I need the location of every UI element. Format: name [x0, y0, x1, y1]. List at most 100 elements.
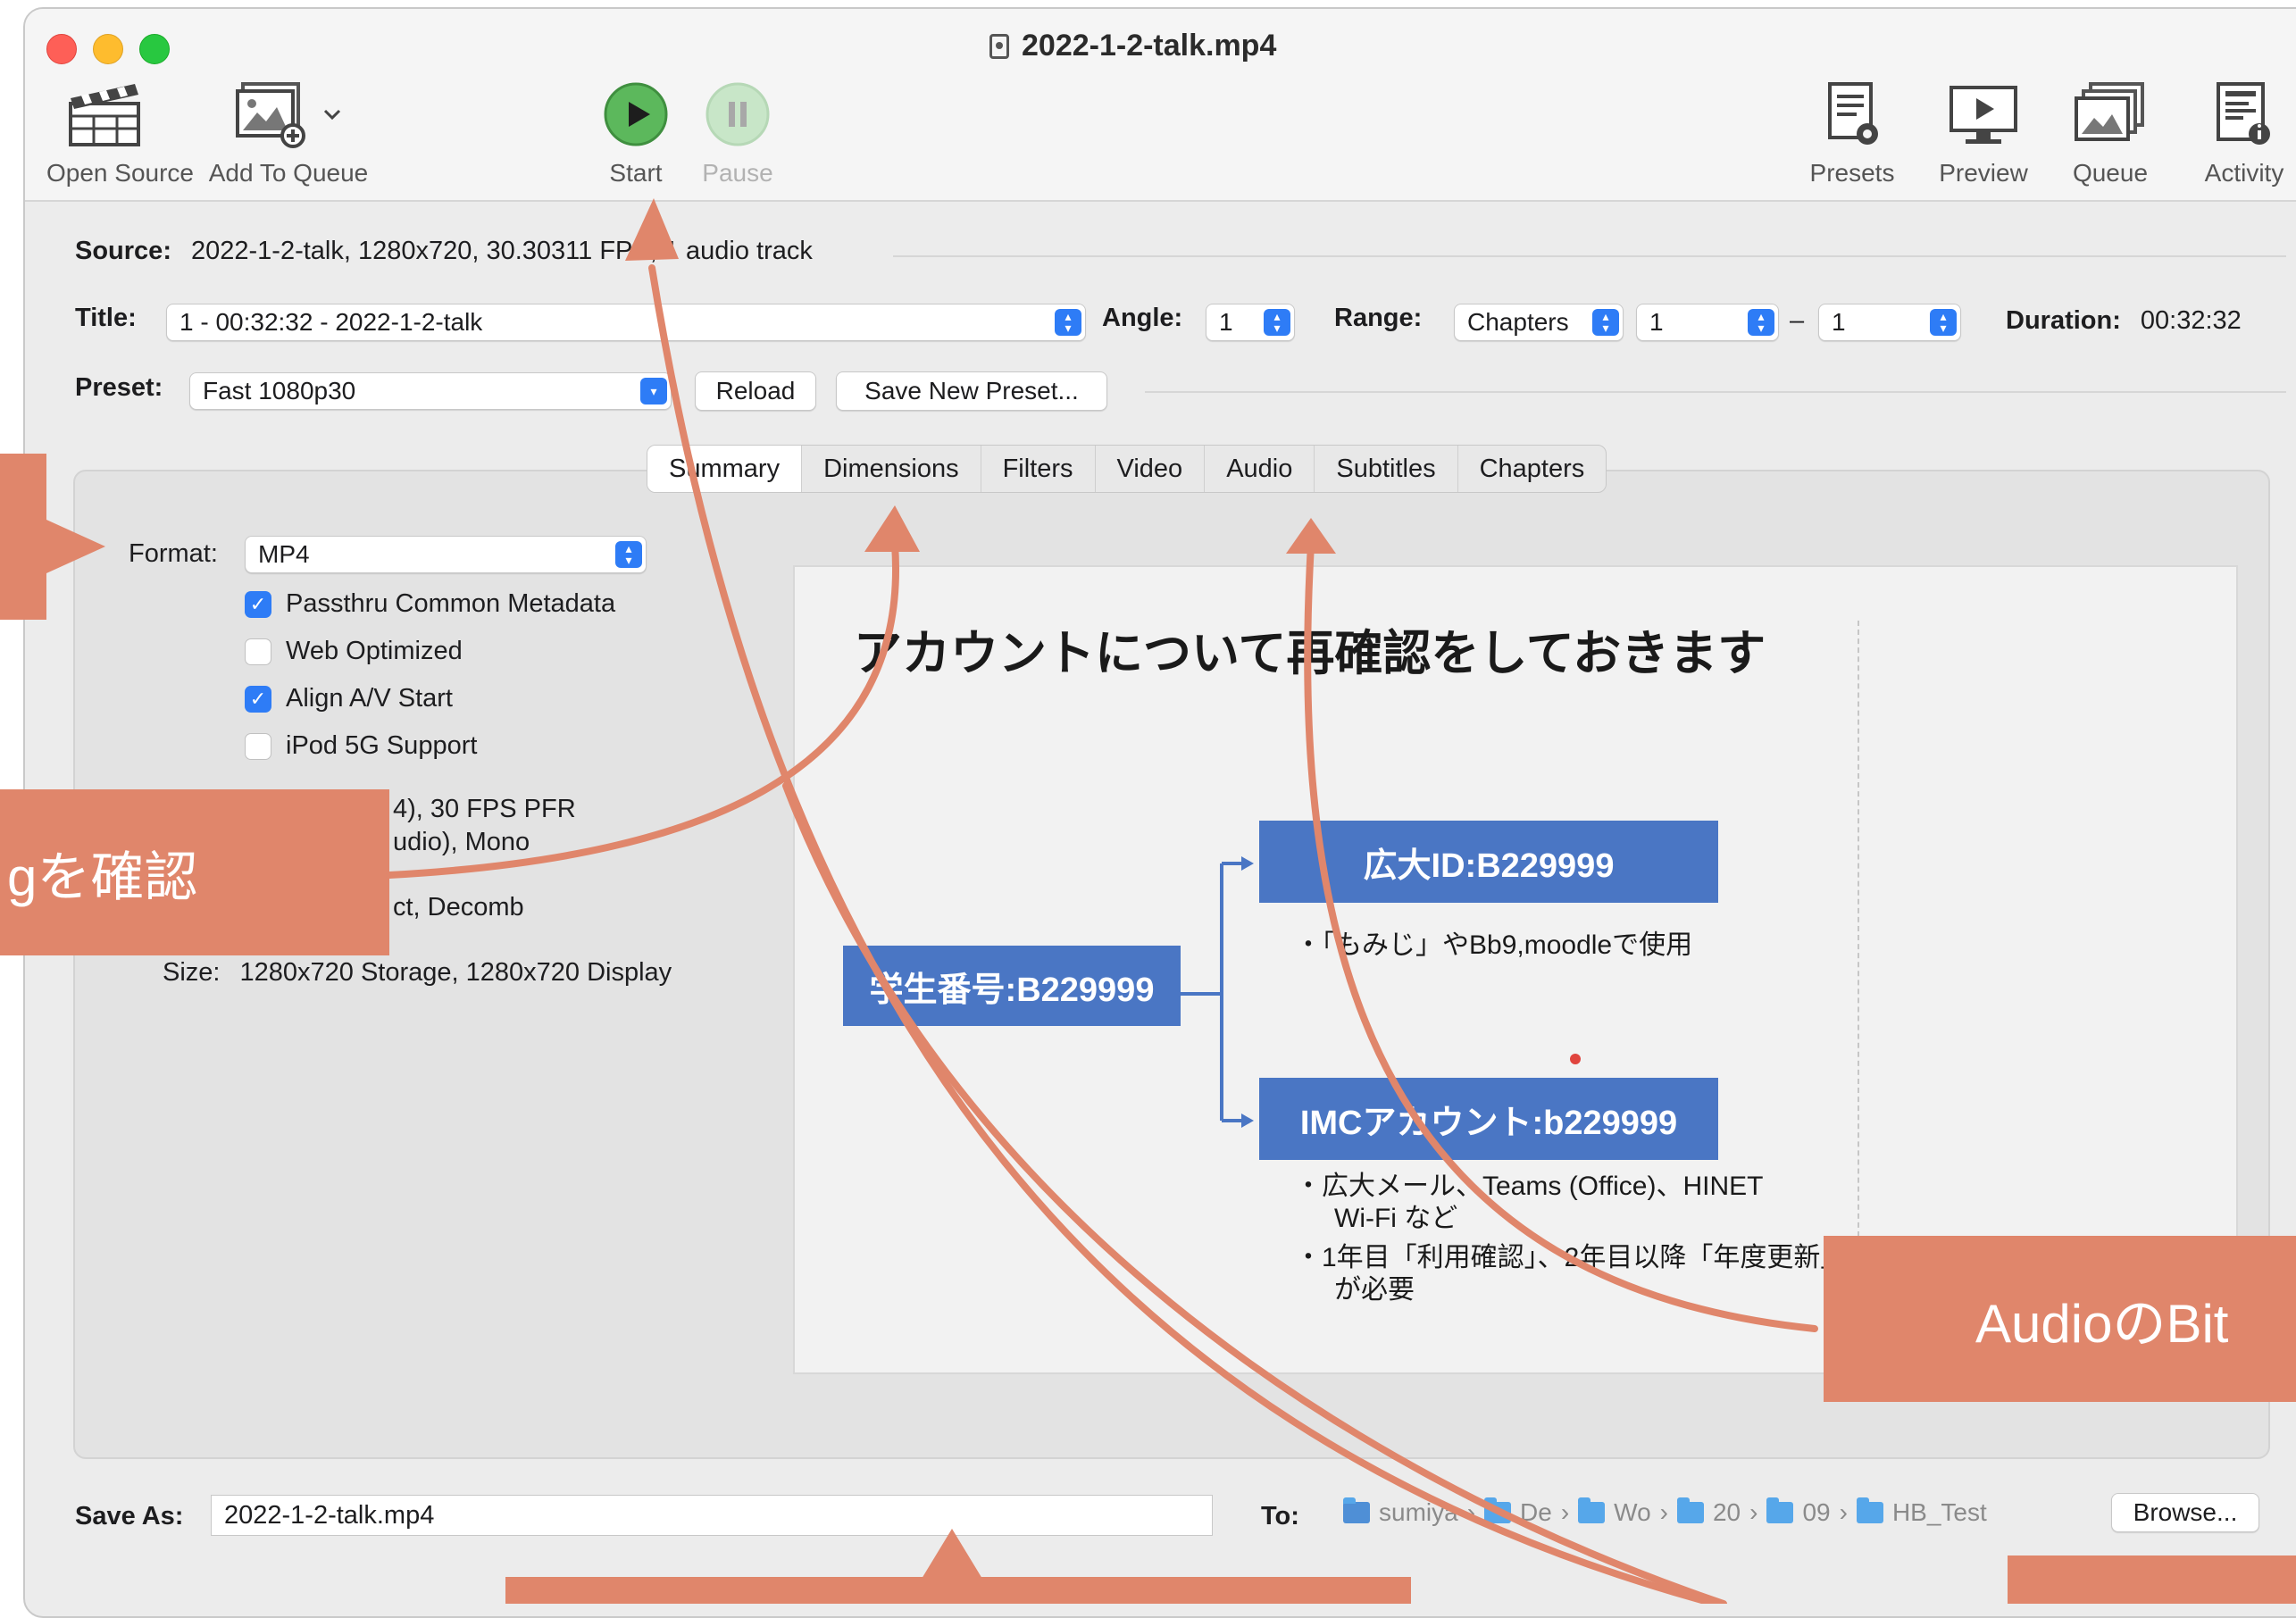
range-dash: – [1790, 306, 1804, 336]
tab-chapters[interactable]: Chapters [1458, 446, 1607, 492]
reload-button[interactable]: Reload [695, 371, 816, 411]
chevron-down-icon: ▾ [640, 378, 667, 404]
checkmark-icon: ✓ [245, 590, 271, 618]
activity-button[interactable]: Activity [2186, 80, 2296, 188]
home-folder-icon [1343, 1497, 1370, 1523]
tab-label: Audio [1226, 454, 1293, 483]
tab-subtitles[interactable]: Subtitles [1315, 446, 1458, 492]
chevron-down-icon[interactable] [321, 104, 343, 125]
hiroshima-id-box: 広大ID:B229999 [1259, 821, 1718, 903]
toolbar: 2022-1-2-talk.mp4 Open Source Add To Que… [25, 9, 2296, 202]
add-to-queue-button[interactable]: Add To Queue [195, 80, 382, 188]
browse-label: Browse... [2133, 1498, 2238, 1526]
pause-icon [705, 82, 770, 146]
browse-button[interactable]: Browse... [2111, 1493, 2259, 1532]
window-title-text: 2022-1-2-talk.mp4 [1022, 29, 1277, 63]
title-value: 1 - 00:32:32 - 2022-1-2-talk [180, 308, 483, 336]
save-as-label-row: Save As: [75, 1502, 203, 1531]
path-segment: Wo [1614, 1498, 1651, 1526]
start-button[interactable]: Start [591, 80, 680, 188]
to-label-row: To: [1261, 1502, 1319, 1531]
title-label-row: Title: [75, 304, 156, 333]
angle-popup[interactable]: 1 ▴ ▾ [1206, 304, 1295, 341]
tab-filters[interactable]: Filters [981, 446, 1096, 492]
to-label: To: [1261, 1502, 1299, 1530]
chevron-right-icon: › [1560, 1498, 1570, 1526]
tab-summary[interactable]: Summary [647, 446, 803, 492]
title-popup[interactable]: 1 - 00:32:32 - 2022-1-2-talk ▴ ▾ [166, 304, 1086, 341]
window-title: 2022-1-2-talk.mp4 [989, 29, 1276, 63]
passthru-metadata-checkbox[interactable]: ✓ Passthru Common Metadata [245, 589, 615, 619]
folder-icon [1676, 1497, 1704, 1523]
preset-label: Preset: [75, 373, 163, 402]
size-value: 1280x720 Storage, 1280x720 Display [239, 958, 672, 987]
student-number-box: 学生番号:B229999 [843, 946, 1181, 1026]
source-label: Source: [75, 237, 171, 265]
annotation-callout-format [0, 454, 46, 620]
tab-bar: Summary Dimensions Filters Video Audio S… [647, 445, 1607, 493]
format-label-row: Format: [129, 539, 218, 569]
align-av-start-checkbox[interactable]: ✓ Align A/V Start [245, 684, 453, 713]
popup-stepper-icon: ▴ ▾ [1748, 309, 1774, 336]
preview-label: Preview [1939, 159, 2028, 187]
popup-stepper-icon: ▴ ▾ [1055, 309, 1081, 336]
save-as-field[interactable]: 2022-1-2-talk.mp4 [211, 1495, 1213, 1536]
destination-path[interactable]: sumiya › De › Wo › 20 › 09 › HB_Test [1343, 1497, 1987, 1527]
video-track-summary: 4), 30 FPS PFR [393, 795, 576, 824]
range-start-value: 1 [1649, 308, 1664, 336]
play-icon [604, 82, 668, 146]
presets-button[interactable]: Presets [1799, 80, 1906, 188]
format-popup[interactable]: MP4 ▴ ▾ [245, 536, 647, 573]
tab-dimensions[interactable]: Dimensions [802, 446, 981, 492]
annotation-callout-bottom-right [2008, 1555, 2296, 1604]
range-start-popup[interactable]: 1 ▴ ▾ [1636, 304, 1779, 341]
queue-label: Queue [2072, 159, 2149, 187]
chevron-right-icon: › [1749, 1498, 1758, 1526]
folder-icon [1766, 1497, 1794, 1523]
web-optimized-checkbox[interactable]: Web Optimized [245, 637, 463, 666]
tab-label: Video [1116, 454, 1183, 483]
range-type-value: Chapters [1467, 308, 1569, 336]
clapperboard-icon [69, 84, 140, 146]
audio-track-text: udio), Mono [393, 828, 530, 856]
divider [1145, 391, 2286, 393]
close-window-button[interactable] [46, 34, 77, 64]
pause-button[interactable]: Pause [693, 80, 782, 188]
tab-video[interactable]: Video [1096, 446, 1206, 492]
annotation-text: AudioのBit [1975, 1293, 2229, 1354]
open-source-label: Open Source [46, 159, 194, 187]
queue-button[interactable]: Queue [2061, 80, 2159, 188]
preset-label-row: Preset: [75, 373, 182, 403]
imc-usage-bullet: ・広大メール、Teams (Office)、HINET [1295, 1172, 1764, 1201]
tab-label: Dimensions [823, 454, 959, 483]
reload-label: Reload [715, 377, 796, 404]
preview-button[interactable]: Preview [1925, 80, 2041, 188]
student-number-text: 学生番号:B229999 [869, 971, 1155, 1009]
filters-text: ct, Decomb [393, 893, 524, 922]
angle-label: Angle: [1102, 304, 1183, 332]
hiroshima-id-text: 広大ID:B229999 [1363, 847, 1615, 885]
imc-account-text: IMCアカウント:b229999 [1299, 1104, 1678, 1142]
tab-audio[interactable]: Audio [1205, 446, 1315, 492]
imc-renewal-bullet: ・1年目「利用確認」、2年目以降「年度更新」 [1295, 1243, 1848, 1272]
movie-file-icon [989, 33, 1009, 59]
pause-label: Pause [702, 159, 773, 187]
range-label: Range: [1334, 304, 1423, 332]
save-new-preset-button[interactable]: Save New Preset... [836, 371, 1107, 411]
minimize-window-button[interactable] [93, 34, 123, 64]
title-label: Title: [75, 304, 137, 332]
range-type-popup[interactable]: Chapters ▴ ▾ [1454, 304, 1624, 341]
monitor-play-icon [1950, 86, 2017, 144]
open-source-button[interactable]: Open Source [46, 80, 194, 188]
zoom-window-button[interactable] [139, 34, 170, 64]
popup-stepper-icon: ▴ ▾ [1592, 309, 1619, 336]
chevron-right-icon: › [1659, 1498, 1668, 1526]
ipod-support-checkbox[interactable]: iPod 5G Support [245, 731, 477, 761]
duration-label: Duration: [2006, 306, 2121, 335]
save-as-value: 2022-1-2-talk.mp4 [224, 1500, 435, 1530]
path-segment: 20 [1712, 1498, 1741, 1526]
presets-icon [1828, 82, 1878, 145]
preset-popup[interactable]: Fast 1080p30 ▾ [189, 372, 672, 410]
range-end-popup[interactable]: 1 ▴ ▾ [1818, 304, 1961, 341]
add-image-icon [236, 82, 305, 148]
